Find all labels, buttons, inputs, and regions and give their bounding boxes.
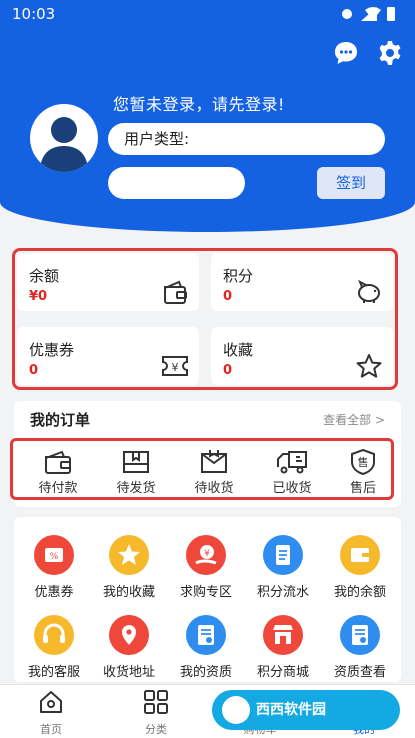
status-icons xyxy=(342,7,395,21)
stat-value: 0 xyxy=(223,289,233,304)
order-status-row: 待付款 待发货 待收货 已收货 售 售后 xyxy=(10,438,394,500)
tab-category[interactable]: 分类 xyxy=(116,689,196,737)
coupon-icon: % xyxy=(34,535,74,575)
order-status-label: 待发货 xyxy=(116,481,156,496)
settings-gear-icon[interactable] xyxy=(377,40,403,66)
sign-in-button[interactable]: 签到 xyxy=(317,167,385,199)
service-points-history[interactable]: 积分流水 xyxy=(245,535,321,607)
service-label: 优惠券 xyxy=(34,585,74,600)
stat-label: 收藏 xyxy=(223,341,254,359)
order-status-label: 待付款 xyxy=(38,481,78,496)
service-label: 我的客服 xyxy=(27,665,80,680)
default-avatar-icon xyxy=(40,117,88,172)
user-type-field: 用户类型: xyxy=(108,123,385,155)
service-label: 求购专区 xyxy=(179,585,232,600)
stat-label: 余额 xyxy=(29,267,60,285)
notification-icon xyxy=(342,9,352,19)
certificate-icon xyxy=(186,615,226,655)
stat-points[interactable]: 积分 0 xyxy=(211,253,393,311)
watermark-logo: 西西软件园 xyxy=(212,690,400,730)
view-all-orders-link[interactable]: 查看全部 > xyxy=(323,411,385,428)
box-icon xyxy=(123,451,149,473)
service-favorites[interactable]: 我的收藏 xyxy=(91,535,167,607)
status-time: 10:03 xyxy=(12,5,56,23)
status-bar: 10:03 xyxy=(0,0,415,28)
service-label: 收货地址 xyxy=(102,665,155,680)
services-grid: % 优惠券 我的收藏 ¥ 求购专区 积分流水 我的余额 我的客服 收货地址 我的… xyxy=(14,517,401,682)
shield-icon: 售 xyxy=(351,449,375,475)
service-balance[interactable]: 我的余额 xyxy=(322,535,398,607)
service-purchase-zone[interactable]: ¥ 求购专区 xyxy=(168,535,244,607)
message-icon[interactable] xyxy=(333,40,359,66)
stat-value: 0 xyxy=(223,363,233,378)
hand-coin-icon: ¥ xyxy=(186,535,226,575)
login-prompt[interactable]: 您暂未登录，请先登录! xyxy=(113,91,285,115)
certificate-icon xyxy=(340,615,380,655)
svg-text:%: % xyxy=(50,552,59,562)
order-pending-receipt[interactable]: 待收货 xyxy=(179,449,249,497)
wallet-icon xyxy=(340,535,380,575)
stat-value: 0 xyxy=(29,363,39,378)
home-icon xyxy=(40,691,62,713)
tab-label: 分类 xyxy=(145,723,167,736)
account-stats-panel: 余额 ¥0 积分 0 优惠券 0 ¥ 收藏 0 xyxy=(12,248,398,390)
coupon-icon: ¥ xyxy=(162,356,188,376)
stat-label: 积分 xyxy=(223,267,254,285)
service-shipping-address[interactable]: 收货地址 xyxy=(91,615,167,687)
category-icon xyxy=(144,690,168,714)
stat-balance[interactable]: 余额 ¥0 xyxy=(17,253,199,311)
avatar[interactable] xyxy=(30,104,98,172)
tab-home[interactable]: 首页 xyxy=(11,689,91,737)
svg-text:售: 售 xyxy=(358,455,369,469)
service-my-qualifications[interactable]: 我的资质 xyxy=(168,615,244,687)
stat-value: ¥0 xyxy=(29,289,48,304)
order-after-sales[interactable]: 售 售后 xyxy=(328,449,398,497)
piggy-bank-icon xyxy=(358,279,380,303)
package-icon xyxy=(201,450,227,473)
tab-label: 首页 xyxy=(40,723,62,736)
profile-header: 10:03 您暂未登录，请先登录! 用户类型: 签到 xyxy=(0,0,415,232)
service-points-mall[interactable]: 积分商城 xyxy=(245,615,321,687)
store-icon xyxy=(263,615,303,655)
star-icon xyxy=(356,354,382,378)
svg-text:¥: ¥ xyxy=(204,549,210,559)
order-pending-shipment[interactable]: 待发货 xyxy=(101,449,171,497)
headset-icon xyxy=(34,615,74,655)
service-view-qualifications[interactable]: 资质查看 xyxy=(322,615,398,687)
service-label: 我的收藏 xyxy=(102,585,155,600)
service-label: 积分流水 xyxy=(256,585,309,600)
order-status-label: 售后 xyxy=(349,481,376,496)
orders-title: 我的订单 xyxy=(30,411,91,429)
service-label: 我的资质 xyxy=(179,665,232,680)
order-status-label: 已收货 xyxy=(272,481,312,496)
service-label: 我的余额 xyxy=(333,585,386,600)
location-icon xyxy=(109,615,149,655)
stat-favorites[interactable]: 收藏 0 xyxy=(211,327,393,385)
wallet-icon xyxy=(164,280,187,304)
order-received[interactable]: 已收货 xyxy=(257,449,327,497)
watermark-text: 西西软件园 xyxy=(256,702,326,718)
watermark-logo-icon xyxy=(222,696,250,724)
stat-label: 优惠券 xyxy=(29,341,75,359)
document-icon xyxy=(263,535,303,575)
battery-icon xyxy=(387,7,395,21)
stat-coupons[interactable]: 优惠券 0 ¥ xyxy=(17,327,199,385)
truck-icon xyxy=(277,451,307,474)
wallet-icon xyxy=(45,450,71,474)
order-status-label: 待收货 xyxy=(194,481,234,496)
svg-text:¥: ¥ xyxy=(172,361,179,374)
user-info-field xyxy=(108,167,245,199)
service-customer-support[interactable]: 我的客服 xyxy=(16,615,92,687)
order-pending-payment[interactable]: 待付款 xyxy=(23,449,93,497)
service-coupons[interactable]: % 优惠券 xyxy=(16,535,92,607)
star-icon xyxy=(109,535,149,575)
service-label: 积分商城 xyxy=(256,665,309,680)
service-label: 资质查看 xyxy=(333,665,386,680)
